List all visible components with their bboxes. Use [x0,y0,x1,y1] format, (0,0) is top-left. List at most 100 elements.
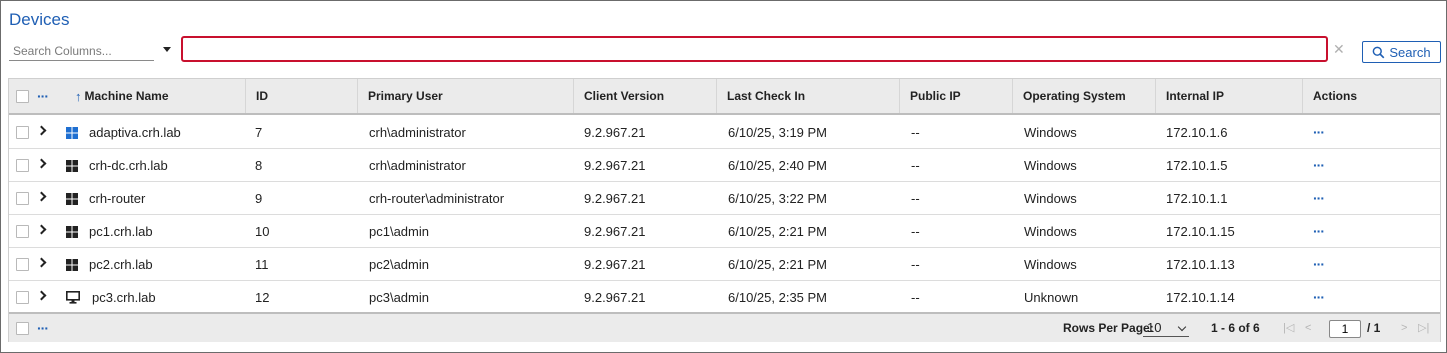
next-page-icon[interactable]: > [1401,322,1407,334]
cell-public-ip: -- [911,190,920,206]
column-header-client-version[interactable]: Client Version [573,79,716,113]
windows-icon [66,258,78,271]
footer-select-checkbox[interactable] [16,322,29,335]
chevron-down-icon[interactable] [163,47,171,52]
column-header-id[interactable]: ID [245,79,357,113]
column-header-last-check-in[interactable]: Last Check In [716,79,899,113]
cell-operating-system: Windows [1024,190,1077,206]
cell-last-check-in: 6/10/25, 3:19 PM [728,124,828,140]
table-header: ··· ↑ Machine Name ID Primary User Clien… [9,79,1440,115]
last-page-icon[interactable]: ▷| [1418,322,1429,334]
row-actions-menu-icon[interactable]: ··· [1313,149,1325,181]
row-checkbox[interactable] [16,291,29,304]
cell-client-version: 9.2.967.21 [584,223,646,239]
monitor-icon [66,291,80,304]
cell-operating-system: Windows [1024,124,1077,140]
cell-machine-name[interactable]: crh-router [89,182,145,214]
windows-icon [66,159,78,172]
first-page-icon[interactable]: |◁ [1283,322,1294,334]
cell-last-check-in: 6/10/25, 2:21 PM [728,223,828,239]
page-title: Devices [9,10,70,29]
select-all-checkbox[interactable] [16,90,29,103]
cell-id: 9 [255,190,263,206]
windows-icon [66,225,78,238]
cell-last-check-in: 6/10/25, 2:40 PM [728,157,828,173]
devices-table: ··· ↑ Machine Name ID Primary User Clien… [8,78,1441,342]
previous-page-icon[interactable]: < [1305,322,1311,334]
column-header-internal-ip[interactable]: Internal IP [1155,79,1302,113]
total-pages: / 1 [1367,321,1381,335]
cell-machine-name[interactable]: pc1.crh.lab [89,215,153,247]
table-row[interactable]: pc1.crh.lab 10 pc1\admin 9.2.967.21 6/10/25,… [9,215,1440,248]
row-checkbox[interactable] [16,159,29,172]
table-footer: ··· Rows Per Page: 10 1 - 6 of 6 |◁ < / … [9,312,1440,342]
cell-internal-ip: 172.10.1.1 [1166,190,1228,206]
cell-public-ip: -- [911,124,920,140]
cell-client-version: 9.2.967.21 [584,190,646,206]
row-actions-menu-icon[interactable]: ··· [1313,215,1325,247]
expand-row-icon[interactable] [36,257,47,268]
column-header-machine-name[interactable]: ↑ Machine Name [65,79,245,113]
row-actions-menu-icon[interactable]: ··· [1313,182,1325,214]
cell-internal-ip: 172.10.1.15 [1166,223,1235,239]
table-row[interactable]: adaptiva.crh.lab 7 crh\administrator 9.2.96… [9,116,1440,149]
cell-internal-ip: 172.10.1.14 [1166,289,1235,305]
close-icon[interactable]: ✕ [1333,42,1345,56]
page-range: 1 - 6 of 6 [1211,321,1260,335]
table-row[interactable]: pc3.crh.lab 12 pc3\admin 9.2.967.21 6/10/25,… [9,281,1440,314]
cell-primary-user: pc1\admin [369,223,429,239]
cell-primary-user: crh\administrator [369,124,466,140]
cell-machine-name[interactable]: pc2.crh.lab [89,248,153,280]
page-number-input[interactable] [1329,320,1361,338]
expand-row-icon[interactable] [36,158,47,169]
expand-row-icon[interactable] [36,191,47,202]
rows-per-page-label: Rows Per Page: [1063,321,1154,335]
row-checkbox[interactable] [16,192,29,205]
expand-row-icon[interactable] [36,224,47,235]
cell-last-check-in: 6/10/25, 2:35 PM [728,289,828,305]
cell-primary-user: pc2\admin [369,256,429,272]
column-header-actions: Actions [1302,79,1440,113]
cell-client-version: 9.2.967.21 [584,289,646,305]
cell-last-check-in: 6/10/25, 3:22 PM [728,190,828,206]
row-actions-menu-icon[interactable]: ··· [1313,248,1325,280]
expand-row-icon[interactable] [36,290,47,301]
row-checkbox[interactable] [16,126,29,139]
row-checkbox[interactable] [16,258,29,271]
row-actions-menu-icon[interactable]: ··· [1313,281,1325,313]
search-button[interactable]: Search [1362,41,1441,63]
column-header-primary-user[interactable]: Primary User [357,79,573,113]
cell-public-ip: -- [911,256,920,272]
rows-per-page-select[interactable]: 10 [1143,319,1189,337]
cell-internal-ip: 172.10.1.6 [1166,124,1228,140]
table-row[interactable]: crh-router 9 crh-router\administrator 9.2.9… [9,182,1440,215]
table-row[interactable]: pc2.crh.lab 11 pc2\admin 9.2.967.21 6/10/25,… [9,248,1440,281]
cell-client-version: 9.2.967.21 [584,256,646,272]
search-button-label: Search [1389,44,1431,60]
cell-public-ip: -- [911,157,920,173]
bulk-actions-menu-icon[interactable]: ··· [37,321,49,335]
search-input[interactable] [181,36,1328,62]
cell-internal-ip: 172.10.1.5 [1166,157,1228,173]
cell-machine-name[interactable]: crh-dc.crh.lab [89,149,168,181]
cell-primary-user: crh\administrator [369,157,466,173]
cell-machine-name[interactable]: pc3.crh.lab [92,281,156,313]
cell-public-ip: -- [911,223,920,239]
cell-id: 8 [255,157,263,173]
sort-ascending-icon: ↑ [75,88,82,104]
cell-id: 10 [255,223,270,239]
table-row[interactable]: crh-dc.crh.lab 8 crh\administrator 9.2.967.… [9,149,1440,182]
row-checkbox[interactable] [16,225,29,238]
row-actions-menu-icon[interactable]: ··· [1313,116,1325,148]
column-header-public-ip[interactable]: Public IP [899,79,1012,113]
cell-id: 7 [255,124,263,140]
expand-row-icon[interactable] [36,125,47,136]
cell-id: 11 [255,256,269,272]
cell-client-version: 9.2.967.21 [584,157,646,173]
column-header-operating-system[interactable]: Operating System [1012,79,1155,113]
cell-operating-system: Windows [1024,157,1077,173]
cell-last-check-in: 6/10/25, 2:21 PM [728,256,828,272]
cell-machine-name[interactable]: adaptiva.crh.lab [89,116,181,148]
search-columns-input[interactable] [9,41,154,61]
column-menu-icon[interactable]: ··· [37,89,49,103]
